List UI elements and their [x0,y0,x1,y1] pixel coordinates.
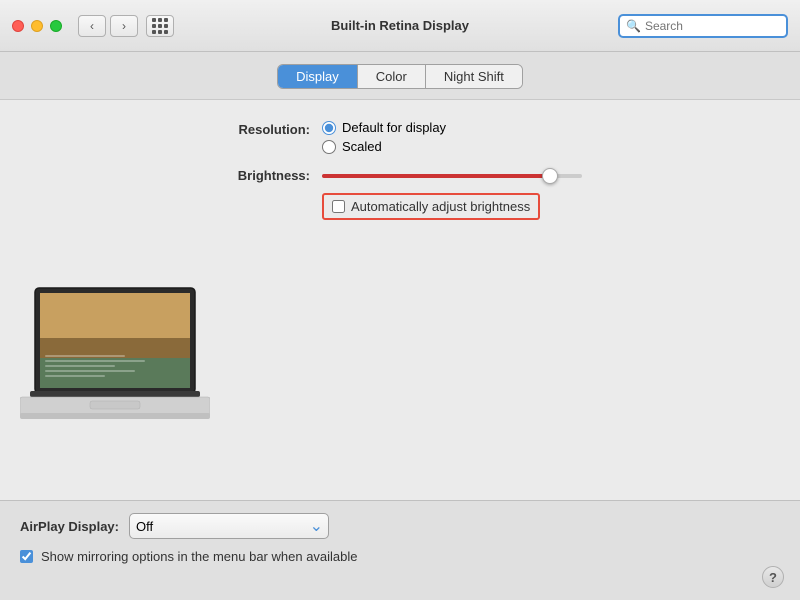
resolution-radio-group: Default for display Scaled [322,120,446,154]
bottom-bar: AirPlay Display: Off Apple TV ⌄ Show mir… [0,500,800,600]
brightness-label: Brightness: [210,168,310,183]
brightness-slider[interactable] [322,174,582,178]
resolution-default-label: Default for display [342,120,446,135]
auto-brightness-row: Automatically adjust brightness [210,193,780,220]
tab-display[interactable]: Display [278,65,358,88]
nav-buttons: ‹ › [78,15,138,37]
resolution-row: Resolution: Default for display Scaled [210,120,780,154]
airplay-select-wrapper: Off Apple TV ⌄ [129,513,329,539]
auto-brightness-checkbox[interactable] [332,200,345,213]
back-button[interactable]: ‹ [78,15,106,37]
resolution-label: Resolution: [210,120,310,137]
mirroring-checkbox[interactable] [20,550,33,563]
minimize-button[interactable] [31,20,43,32]
tab-group: Display Color Night Shift [277,64,523,89]
brightness-row: Brightness: [210,168,780,183]
help-button[interactable]: ? [762,566,784,588]
mirroring-label: Show mirroring options in the menu bar w… [41,549,358,564]
close-button[interactable] [12,20,24,32]
resolution-default-radio[interactable] [322,121,336,135]
airplay-row: AirPlay Display: Off Apple TV ⌄ [20,513,780,539]
auto-brightness-highlight: Automatically adjust brightness [322,193,540,220]
window-title: Built-in Retina Display [331,18,469,33]
resolution-scaled-label: Scaled [342,139,382,154]
laptop-image [20,283,210,428]
grid-button[interactable] [146,15,174,37]
grid-icon [152,18,168,34]
maximize-button[interactable] [50,20,62,32]
traffic-lights [12,20,62,32]
tab-bar: Display Color Night Shift [0,52,800,100]
airplay-select[interactable]: Off Apple TV [129,513,329,539]
title-bar: ‹ › Built-in Retina Display 🔍 [0,0,800,52]
resolution-default-option[interactable]: Default for display [322,120,446,135]
brightness-slider-wrapper [322,174,582,178]
search-input[interactable] [645,19,780,33]
search-icon: 🔍 [626,19,641,33]
tab-nightshift[interactable]: Night Shift [426,65,522,88]
window: ‹ › Built-in Retina Display 🔍 Display Co… [0,0,800,600]
resolution-scaled-radio[interactable] [322,140,336,154]
airplay-label: AirPlay Display: [20,519,119,534]
tab-color[interactable]: Color [358,65,426,88]
auto-brightness-label: Automatically adjust brightness [351,199,530,214]
resolution-scaled-option[interactable]: Scaled [322,139,446,154]
search-box[interactable]: 🔍 [618,14,788,38]
forward-button[interactable]: › [110,15,138,37]
mirroring-row: Show mirroring options in the menu bar w… [20,549,780,564]
